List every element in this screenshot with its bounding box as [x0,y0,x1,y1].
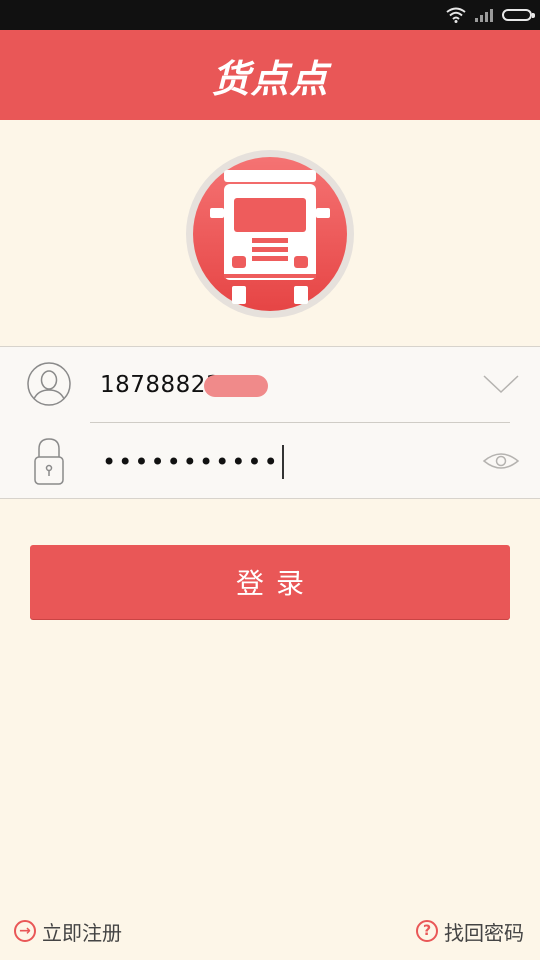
redaction-mark [204,375,268,397]
forgot-password-label: 找回密码 [444,920,524,945]
signal-icon [475,9,493,22]
login-form: ••••••••••• [0,346,540,499]
arrow-circle-icon: → [14,920,36,942]
text-caret [281,445,284,479]
app-title: 货点点 [211,56,329,101]
forgot-password-link[interactable]: ? 找回密码 [416,914,524,948]
password-input[interactable]: ••••••••••• [102,445,284,479]
lock-icon [34,438,64,485]
login-button-label: 登录 [235,567,316,600]
eye-icon[interactable] [482,449,520,473]
password-row: ••••••••••• [0,423,540,499]
wifi-icon [446,7,466,23]
app-header: 货点点 [0,30,540,120]
battery-icon [502,9,535,21]
status-icons [446,4,535,26]
status-bar [0,0,540,30]
phone-row [0,347,540,423]
password-mask: ••••••••••• [102,448,280,476]
question-circle-icon: ? [416,920,438,942]
phone-input[interactable] [100,365,460,405]
truck-icon [186,150,354,318]
login-button[interactable]: 登录 [30,545,510,619]
register-link[interactable]: → 立即注册 [14,914,122,948]
register-label: 立即注册 [42,920,122,945]
user-avatar-icon [27,362,71,406]
chevron-down-icon[interactable] [482,373,520,395]
